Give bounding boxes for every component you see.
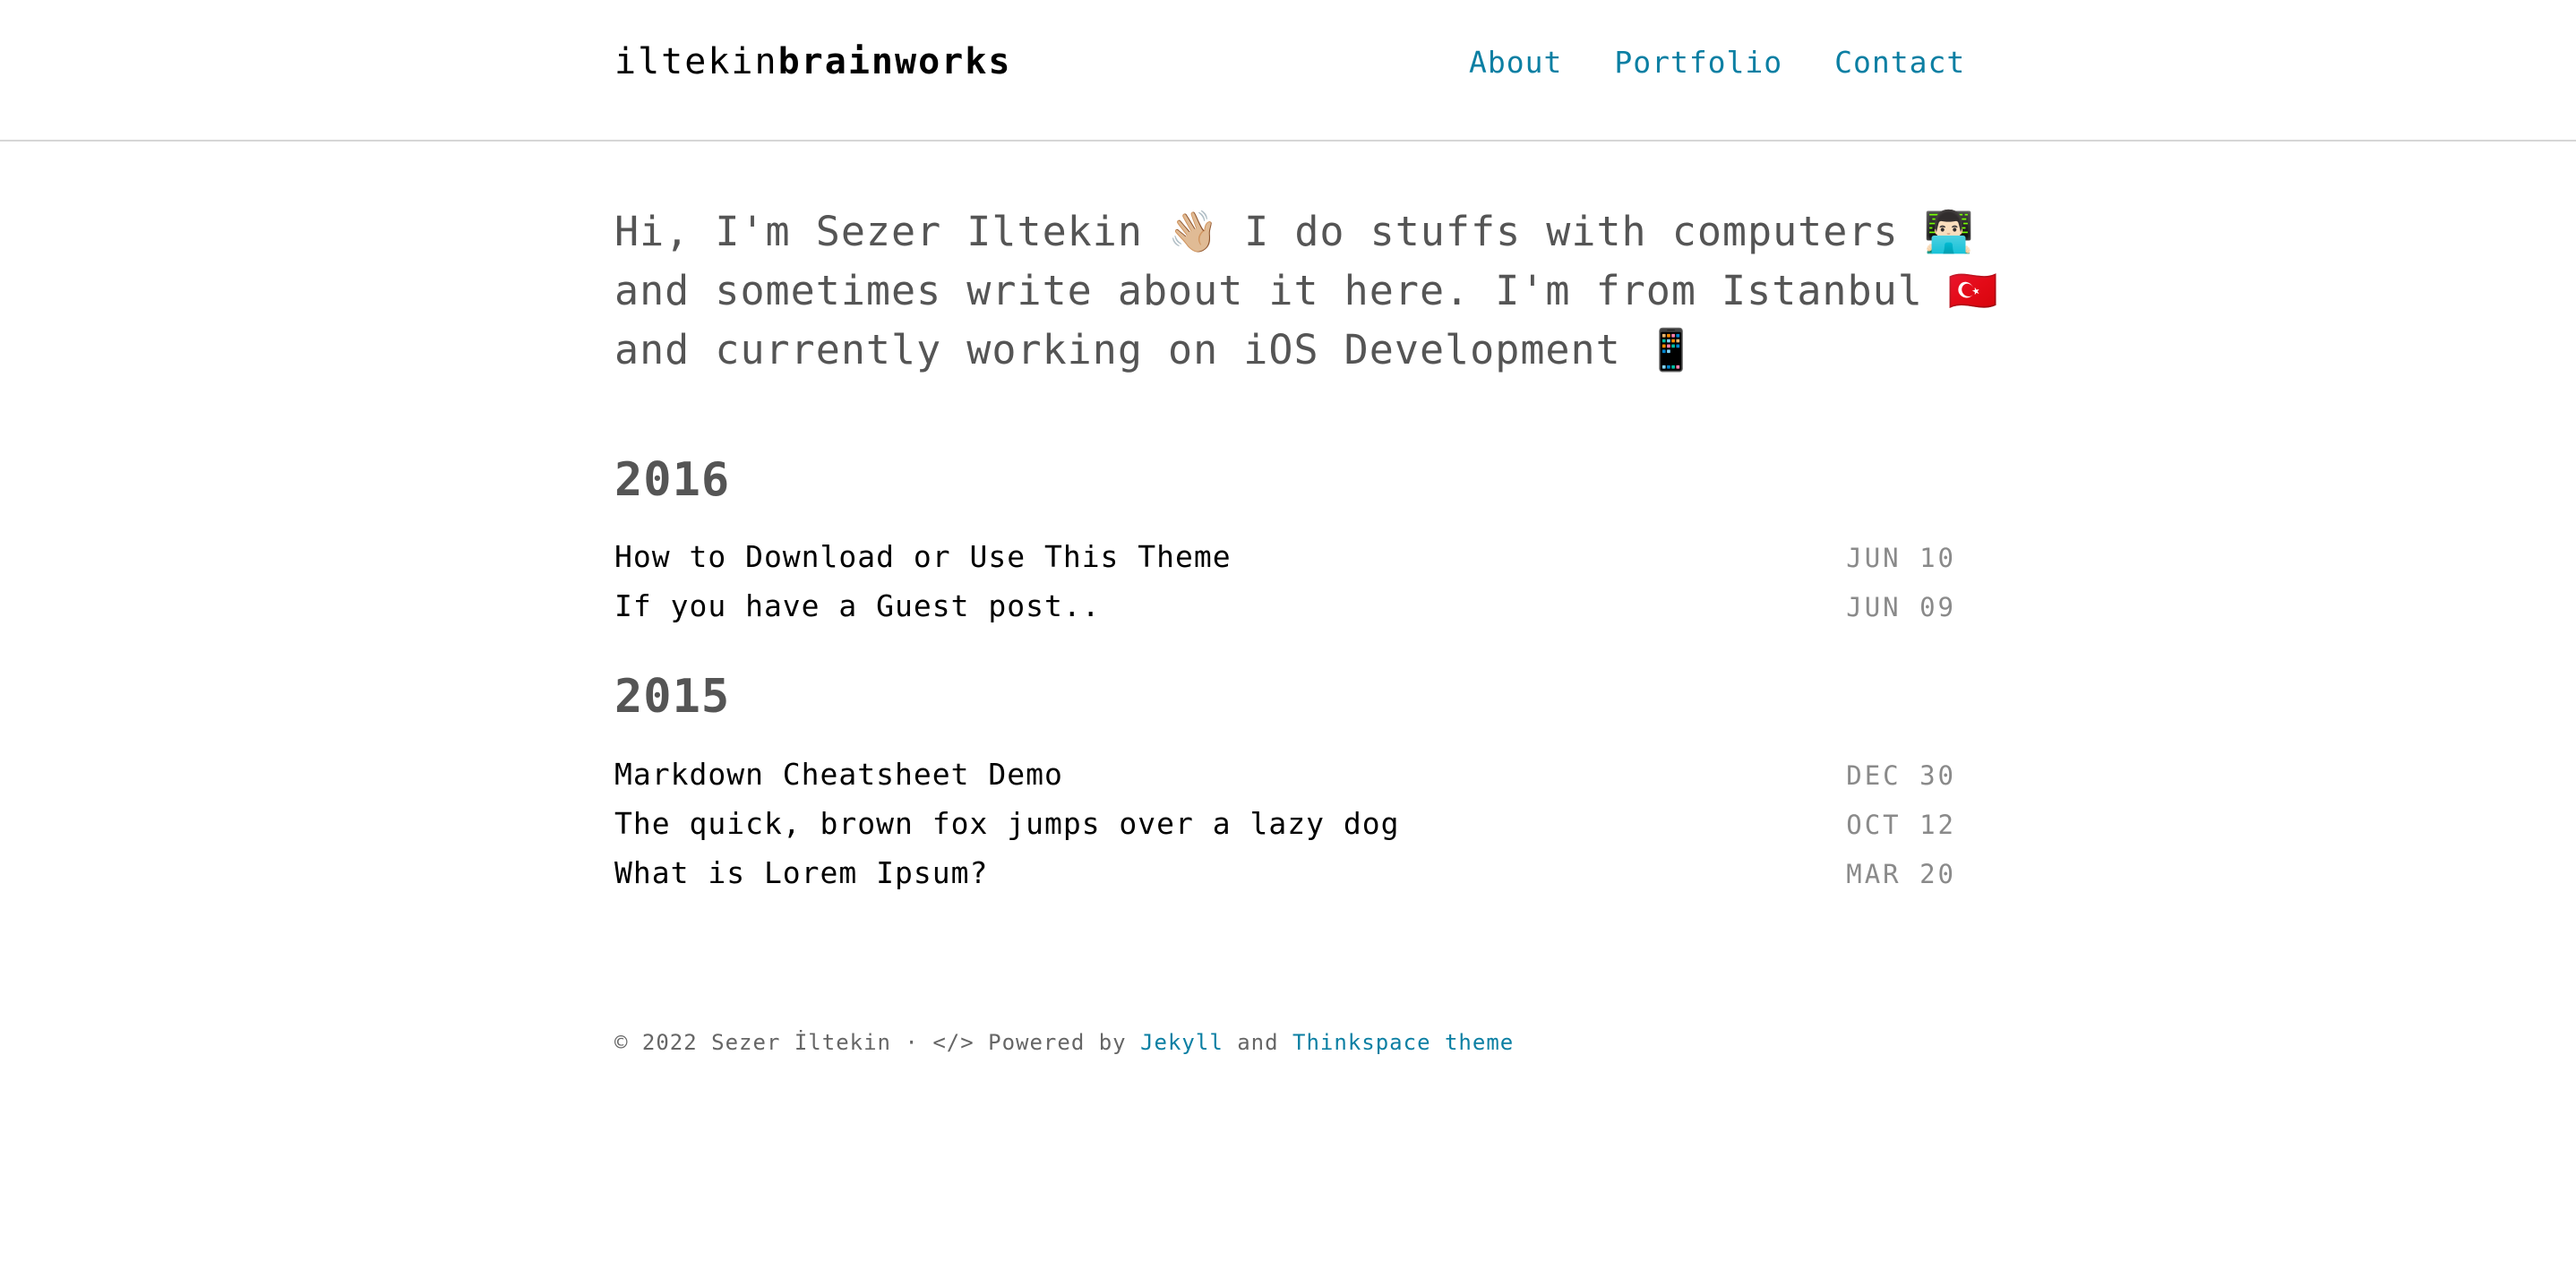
- intro-line-2: and sometimes write about it here. I'm f…: [614, 267, 1999, 314]
- intro-line-1: Hi, I'm Sezer Iltekin 👋🏼 I do stuffs wit…: [614, 208, 1975, 255]
- brand-regular: iltekin: [614, 41, 778, 82]
- year-heading-2015: 2015: [614, 670, 731, 724]
- post-title-link[interactable]: If you have a Guest post..: [614, 588, 1101, 623]
- brand-bold: brainworks: [777, 41, 1012, 82]
- post-title-link[interactable]: The quick, brown fox jumps over a lazy d…: [614, 806, 1399, 841]
- footer-theme-link[interactable]: Thinkspace theme: [1292, 1030, 1514, 1055]
- site-header: iltekinbrainworks About Portfolio Contac…: [0, 0, 2576, 142]
- nav-contact-link[interactable]: Contact: [1834, 45, 1965, 80]
- footer-and: and: [1223, 1030, 1293, 1055]
- post-title-link[interactable]: What is Lorem Ipsum?: [614, 855, 988, 890]
- post-item: What is Lorem Ipsum? MAR 20: [614, 855, 1956, 900]
- year-heading-2016: 2016: [614, 453, 731, 507]
- post-date: MAR 20: [1846, 859, 1956, 889]
- site-footer: © 2022 Sezer İltekin · </> Powered by Je…: [614, 1030, 1514, 1055]
- post-item: If you have a Guest post.. JUN 09: [614, 588, 1956, 633]
- post-date: OCT 12: [1846, 810, 1956, 840]
- post-date: JUN 10: [1846, 543, 1956, 573]
- post-item: Markdown Cheatsheet Demo DEC 30: [614, 757, 1956, 802]
- nav-portfolio-link[interactable]: Portfolio: [1614, 45, 1782, 80]
- post-title-link[interactable]: How to Download or Use This Theme: [614, 539, 1232, 574]
- post-item: The quick, brown fox jumps over a lazy d…: [614, 806, 1956, 851]
- footer-copyright: © 2022 Sezer İltekin · </> Powered by: [614, 1030, 1141, 1055]
- post-item: How to Download or Use This Theme JUN 10: [614, 539, 1956, 584]
- post-date: JUN 09: [1846, 592, 1956, 622]
- footer-jekyll-link[interactable]: Jekyll: [1140, 1030, 1224, 1055]
- main-nav: About Portfolio Contact: [1469, 45, 1965, 80]
- intro-text: Hi, I'm Sezer Iltekin 👋🏼 I do stuffs wit…: [614, 202, 1999, 380]
- post-date: DEC 30: [1846, 760, 1956, 791]
- post-title-link[interactable]: Markdown Cheatsheet Demo: [614, 757, 1063, 792]
- nav-about-link[interactable]: About: [1469, 45, 1562, 80]
- intro-line-3: and currently working on iOS Development…: [614, 326, 1697, 373]
- site-brand-link[interactable]: iltekinbrainworks: [614, 41, 1011, 82]
